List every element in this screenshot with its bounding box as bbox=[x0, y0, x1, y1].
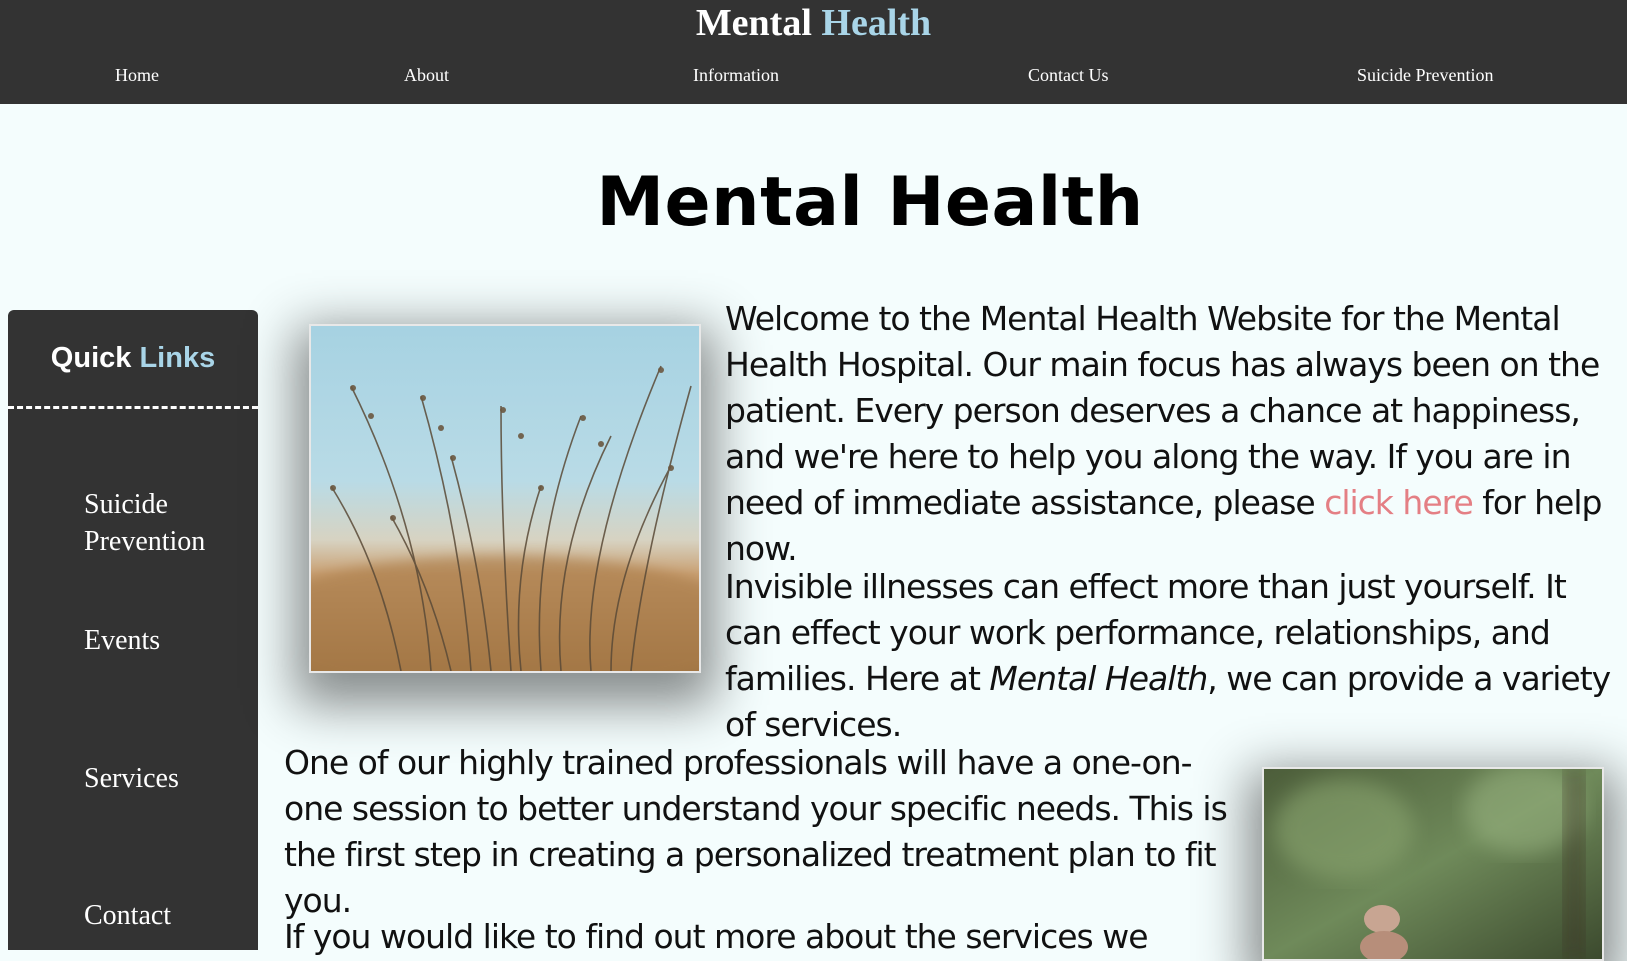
grass-photo bbox=[309, 324, 701, 673]
nav-home[interactable]: Home bbox=[115, 62, 159, 88]
quick-links-heading-main: Quick bbox=[50, 342, 132, 374]
sidebar-link-contact[interactable]: Contact bbox=[84, 897, 244, 934]
brand-accent-text: Health bbox=[821, 2, 932, 44]
click-here-link[interactable]: click here bbox=[1324, 483, 1474, 522]
site-logo[interactable]: Mental Health bbox=[0, 0, 1627, 46]
top-navigation-bar: Mental Health Home About Information Con… bbox=[0, 0, 1627, 104]
welcome-paragraph: Welcome to the Mental Health Website for… bbox=[725, 296, 1615, 572]
services-paragraph: If you would like to find out more about… bbox=[284, 917, 1149, 956]
stacked-stones-photo bbox=[1262, 767, 1604, 961]
nav-contact-us[interactable]: Contact Us bbox=[1028, 62, 1109, 88]
mental-health-emphasis: Mental Health bbox=[989, 659, 1208, 698]
sidebar-link-events[interactable]: Events bbox=[84, 622, 244, 659]
nav-about[interactable]: About bbox=[404, 62, 449, 88]
brand-main-text: Mental bbox=[695, 2, 812, 44]
nav-suicide-prevention[interactable]: Suicide Prevention bbox=[1357, 62, 1493, 88]
quick-links-heading: Quick Links bbox=[8, 310, 258, 409]
page-title: Mental Health bbox=[596, 163, 1144, 242]
quick-links-heading-accent: Links bbox=[139, 342, 216, 374]
sidebar-link-services[interactable]: Services bbox=[84, 760, 244, 797]
professionals-paragraph: One of our highly trained professionals … bbox=[284, 743, 1228, 920]
quick-links-sidebar: Quick Links Suicide Prevention Events Se… bbox=[8, 310, 258, 950]
stones-image bbox=[1264, 769, 1602, 959]
nav-information[interactable]: Information bbox=[693, 62, 779, 88]
grass-image bbox=[311, 326, 699, 671]
invisible-illnesses-paragraph: Invisible illnesses can effect more than… bbox=[725, 564, 1615, 748]
sidebar-link-suicide-prevention[interactable]: Suicide Prevention bbox=[84, 486, 244, 560]
